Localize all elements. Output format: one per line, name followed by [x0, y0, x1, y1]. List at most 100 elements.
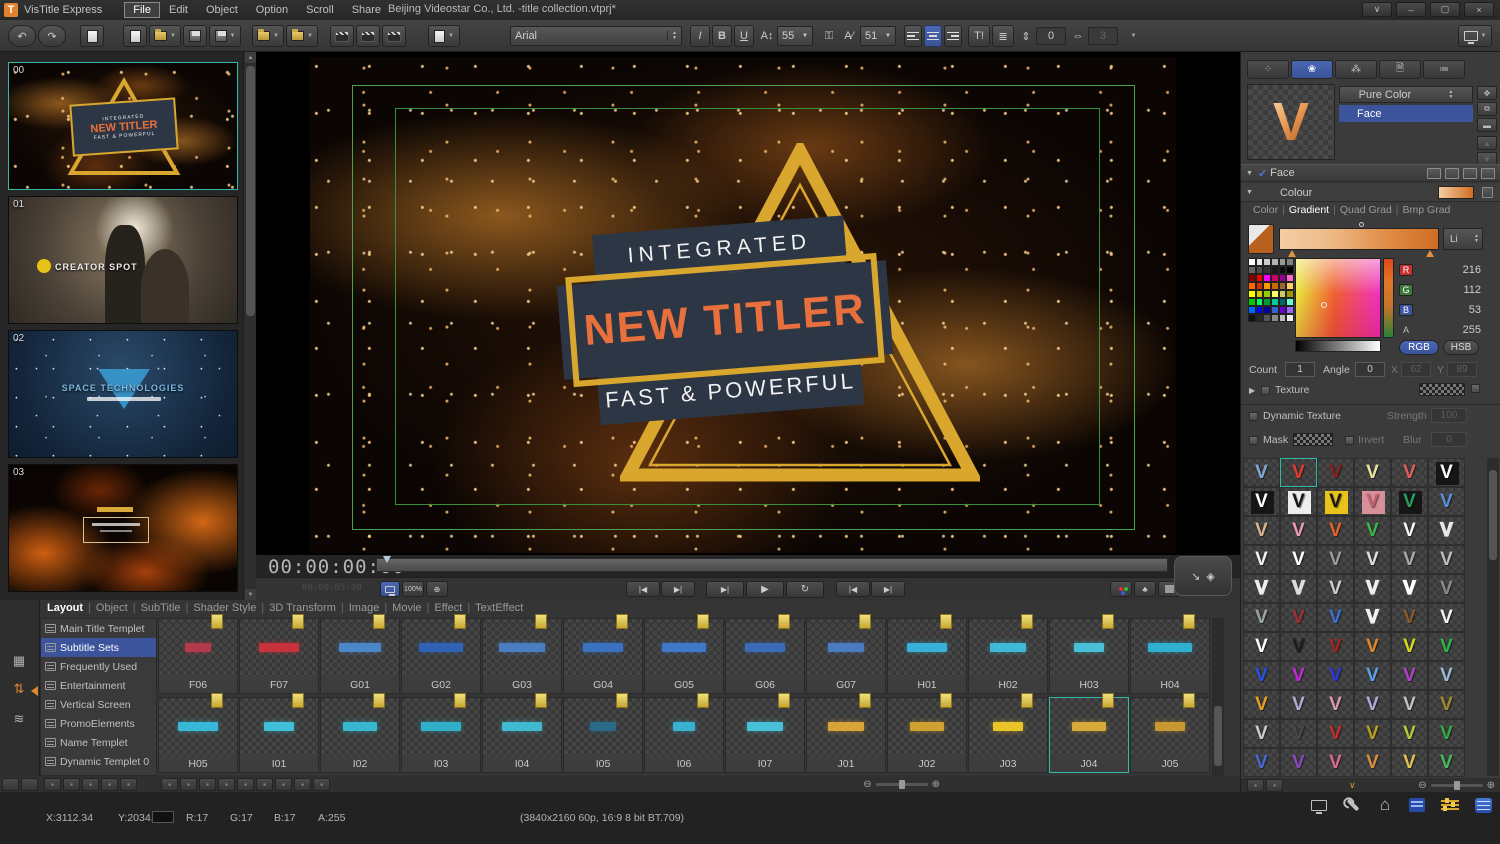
letter-style-swatch[interactable]: V	[1428, 661, 1465, 690]
mask-checkbox[interactable]	[1249, 436, 1258, 445]
style-zoom-slider[interactable]	[1430, 780, 1483, 790]
open-dropdown-icon[interactable]: ▼	[170, 33, 176, 39]
next-frame-button[interactable]: ▶|	[871, 581, 905, 597]
close-button[interactable]: ×	[1464, 2, 1494, 17]
letter-style-swatch[interactable]: V	[1354, 661, 1391, 690]
italic-button[interactable]: I	[690, 25, 710, 47]
letter-style-swatch[interactable]: V	[1391, 661, 1428, 690]
letter-style-swatch[interactable]: V	[1243, 719, 1280, 748]
char-spacing-dropdown-icon[interactable]: ▼	[885, 33, 891, 39]
menu-file[interactable]: File	[124, 2, 160, 18]
gradient-stop-left[interactable]	[1288, 250, 1296, 257]
letter-style-swatch[interactable]: V	[1391, 632, 1428, 661]
template-G01[interactable]: G01	[320, 614, 400, 694]
style-grid-scrollbar[interactable]	[1487, 458, 1499, 776]
zoom-out-icon[interactable]: ⊖	[1418, 780, 1426, 791]
template-I05[interactable]: I05	[563, 693, 643, 773]
letter-style-swatch[interactable]: V	[1391, 516, 1428, 545]
menu-scroll[interactable]: Scroll	[297, 2, 343, 18]
template-H01[interactable]: H01	[887, 614, 967, 694]
palette-swatch[interactable]	[1278, 258, 1287, 266]
tab-layout[interactable]: Layout	[42, 602, 88, 614]
letter-style-swatch[interactable]: V	[1317, 487, 1354, 516]
settings-button[interactable]	[1340, 795, 1366, 815]
letter-style-swatch[interactable]: V	[1428, 748, 1465, 777]
tab-movie[interactable]: Movie	[387, 602, 426, 614]
texture-options-button[interactable]	[1471, 384, 1480, 393]
prev-marker-button[interactable]: |◀	[626, 581, 660, 597]
palette-swatch[interactable]	[1286, 290, 1294, 298]
import-button[interactable]: ▼	[252, 25, 284, 47]
palette-swatch[interactable]	[1255, 314, 1264, 322]
bold-button[interactable]: B	[712, 25, 732, 47]
save-all-dropdown-icon[interactable]: ▼	[230, 33, 236, 39]
template-H02[interactable]: H02	[968, 614, 1048, 694]
template-G07[interactable]: G07	[806, 614, 886, 694]
font-size-select[interactable]: 55 ▼	[777, 26, 813, 46]
letter-style-swatch[interactable]: V	[1243, 748, 1280, 777]
palette-swatch[interactable]	[1270, 266, 1279, 274]
preview-monitor-status-button[interactable]	[1306, 795, 1332, 815]
letter-style-swatch[interactable]: V	[1280, 632, 1317, 661]
current-gradient-swatch[interactable]	[1438, 186, 1474, 199]
letter-style-swatch[interactable]: V	[1354, 690, 1391, 719]
letter-style-swatch[interactable]: V	[1317, 748, 1354, 777]
letter-style-swatch[interactable]: V	[1317, 690, 1354, 719]
letter-style-swatch[interactable]: V	[1243, 516, 1280, 545]
lock-icon[interactable]: ⚿	[820, 25, 838, 47]
letter-style-swatch[interactable]: V	[1391, 719, 1428, 748]
menu-object[interactable]: Object	[197, 2, 247, 18]
more-options-dropdown-icon[interactable]: ▼	[1124, 25, 1140, 47]
letter-style-swatch[interactable]: V	[1280, 516, 1317, 545]
letter-style-swatch[interactable]: V	[1391, 748, 1428, 777]
template-zoom-slider[interactable]	[875, 779, 928, 789]
style-tool-button[interactable]: ▪	[1247, 778, 1264, 792]
green-value[interactable]: 112	[1463, 284, 1481, 296]
font-family-select[interactable]: Arial ▲ ▼	[510, 26, 682, 46]
palette-swatch[interactable]	[1255, 282, 1264, 290]
palette-swatch[interactable]	[1286, 274, 1294, 282]
template-tool-button[interactable]: ▪	[237, 777, 254, 791]
letter-style-swatch[interactable]: V	[1354, 748, 1391, 777]
template-tool-button[interactable]: ▪	[63, 777, 80, 791]
text-direction-button[interactable]: T!	[968, 25, 990, 47]
letter-style-swatch[interactable]: V	[1391, 690, 1428, 719]
palette-swatch[interactable]	[1248, 258, 1256, 266]
palette-swatch[interactable]	[1263, 274, 1271, 282]
font-family-spinner[interactable]: ▲ ▼	[667, 31, 677, 41]
fill-mode-select[interactable]: Pure Color ▲ ▼	[1339, 86, 1473, 103]
template-J03[interactable]: J03	[968, 693, 1048, 773]
scrollbar-thumb[interactable]	[246, 66, 255, 316]
palette-swatch[interactable]	[1255, 274, 1264, 282]
letter-style-swatch[interactable]: V	[1280, 690, 1317, 719]
template-tool-button[interactable]: ▪	[82, 777, 99, 791]
letter-style-swatch[interactable]: V	[1317, 603, 1354, 632]
letter-style-swatch[interactable]: V	[1391, 603, 1428, 632]
strip-tool-button[interactable]	[21, 777, 38, 791]
count-field[interactable]: 1	[1285, 362, 1315, 377]
letter-style-swatch[interactable]: V	[1354, 632, 1391, 661]
tab-shader-style[interactable]: Shader Style	[188, 602, 261, 614]
align-left-button[interactable]	[904, 25, 922, 47]
palette-swatch[interactable]	[1286, 282, 1294, 290]
template-I02[interactable]: I02	[320, 693, 400, 773]
template-J01[interactable]: J01	[806, 693, 886, 773]
letter-style-swatch[interactable]: V	[1428, 719, 1465, 748]
palette-swatch[interactable]	[1270, 290, 1279, 298]
face-more-icon[interactable]	[1481, 167, 1495, 179]
palette-swatch[interactable]	[1248, 266, 1256, 274]
palette-swatch[interactable]	[1255, 306, 1264, 314]
palette-swatch[interactable]	[1248, 314, 1256, 322]
letter-style-swatch[interactable]: V	[1354, 603, 1391, 632]
palette-swatch[interactable]	[1278, 282, 1287, 290]
tab-text-doc[interactable]: 🗎	[1379, 60, 1421, 79]
subtitle-list-button[interactable]: ▼	[428, 25, 460, 47]
hue-slider[interactable]	[1383, 258, 1394, 338]
letter-style-swatch[interactable]: V	[1354, 719, 1391, 748]
page-thumbnail-00[interactable]: INTEGRATED NEW TITLER FAST & POWERFUL 00	[8, 62, 238, 190]
play-button[interactable]: ▶	[746, 581, 784, 598]
template-H03[interactable]: H03	[1049, 614, 1129, 694]
rgb-mode-button[interactable]: RGB	[1399, 340, 1439, 355]
palette-swatch[interactable]	[1248, 298, 1256, 306]
template-J04[interactable]: J04	[1049, 693, 1129, 773]
